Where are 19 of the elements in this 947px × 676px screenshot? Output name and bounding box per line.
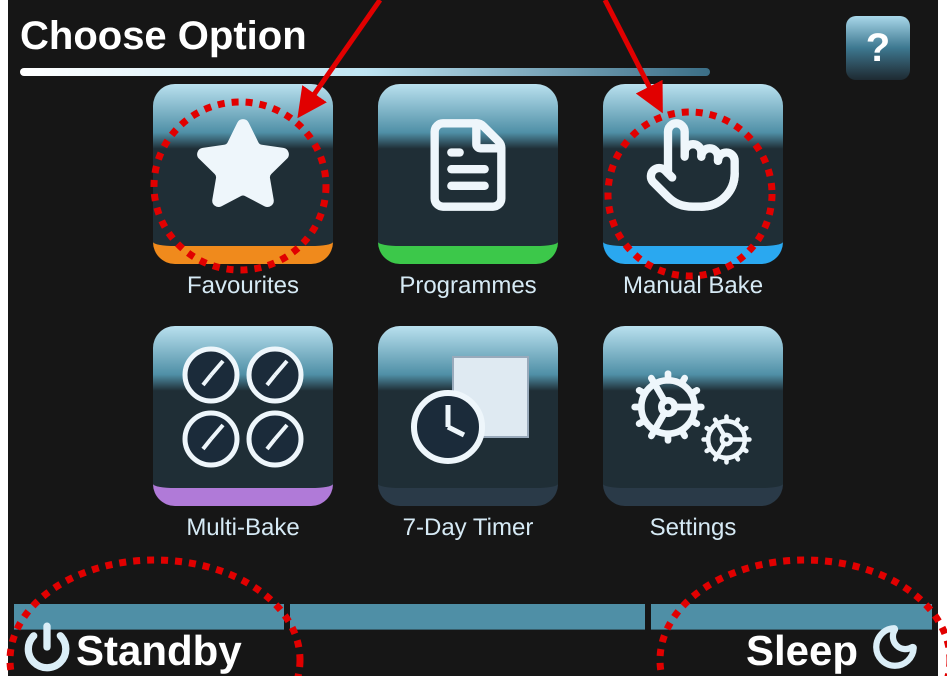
tile-label: Multi-Bake [186,513,300,543]
help-button[interactable]: ? [846,16,910,80]
option-tile[interactable] [603,84,783,264]
tile-label: Manual Bake [622,271,764,301]
option-tile[interactable] [378,84,558,264]
tile-label: Settings [650,513,736,543]
option-tile[interactable] [378,326,558,506]
tile-label: Programmes [399,271,537,301]
power-icon [22,622,72,672]
tile-label: Favourites [186,271,300,301]
sleep-button[interactable]: Sleep [651,604,932,676]
option-tile[interactable] [153,326,333,506]
standby-button[interactable]: Standby [14,604,284,676]
four-clocks-icon [181,345,305,469]
tile-label: 7-Day Timer [402,513,534,543]
moon-icon [870,622,920,672]
option-tile[interactable] [153,84,333,264]
option-tile[interactable] [603,326,783,506]
screen-title: Choose Option [20,16,308,56]
